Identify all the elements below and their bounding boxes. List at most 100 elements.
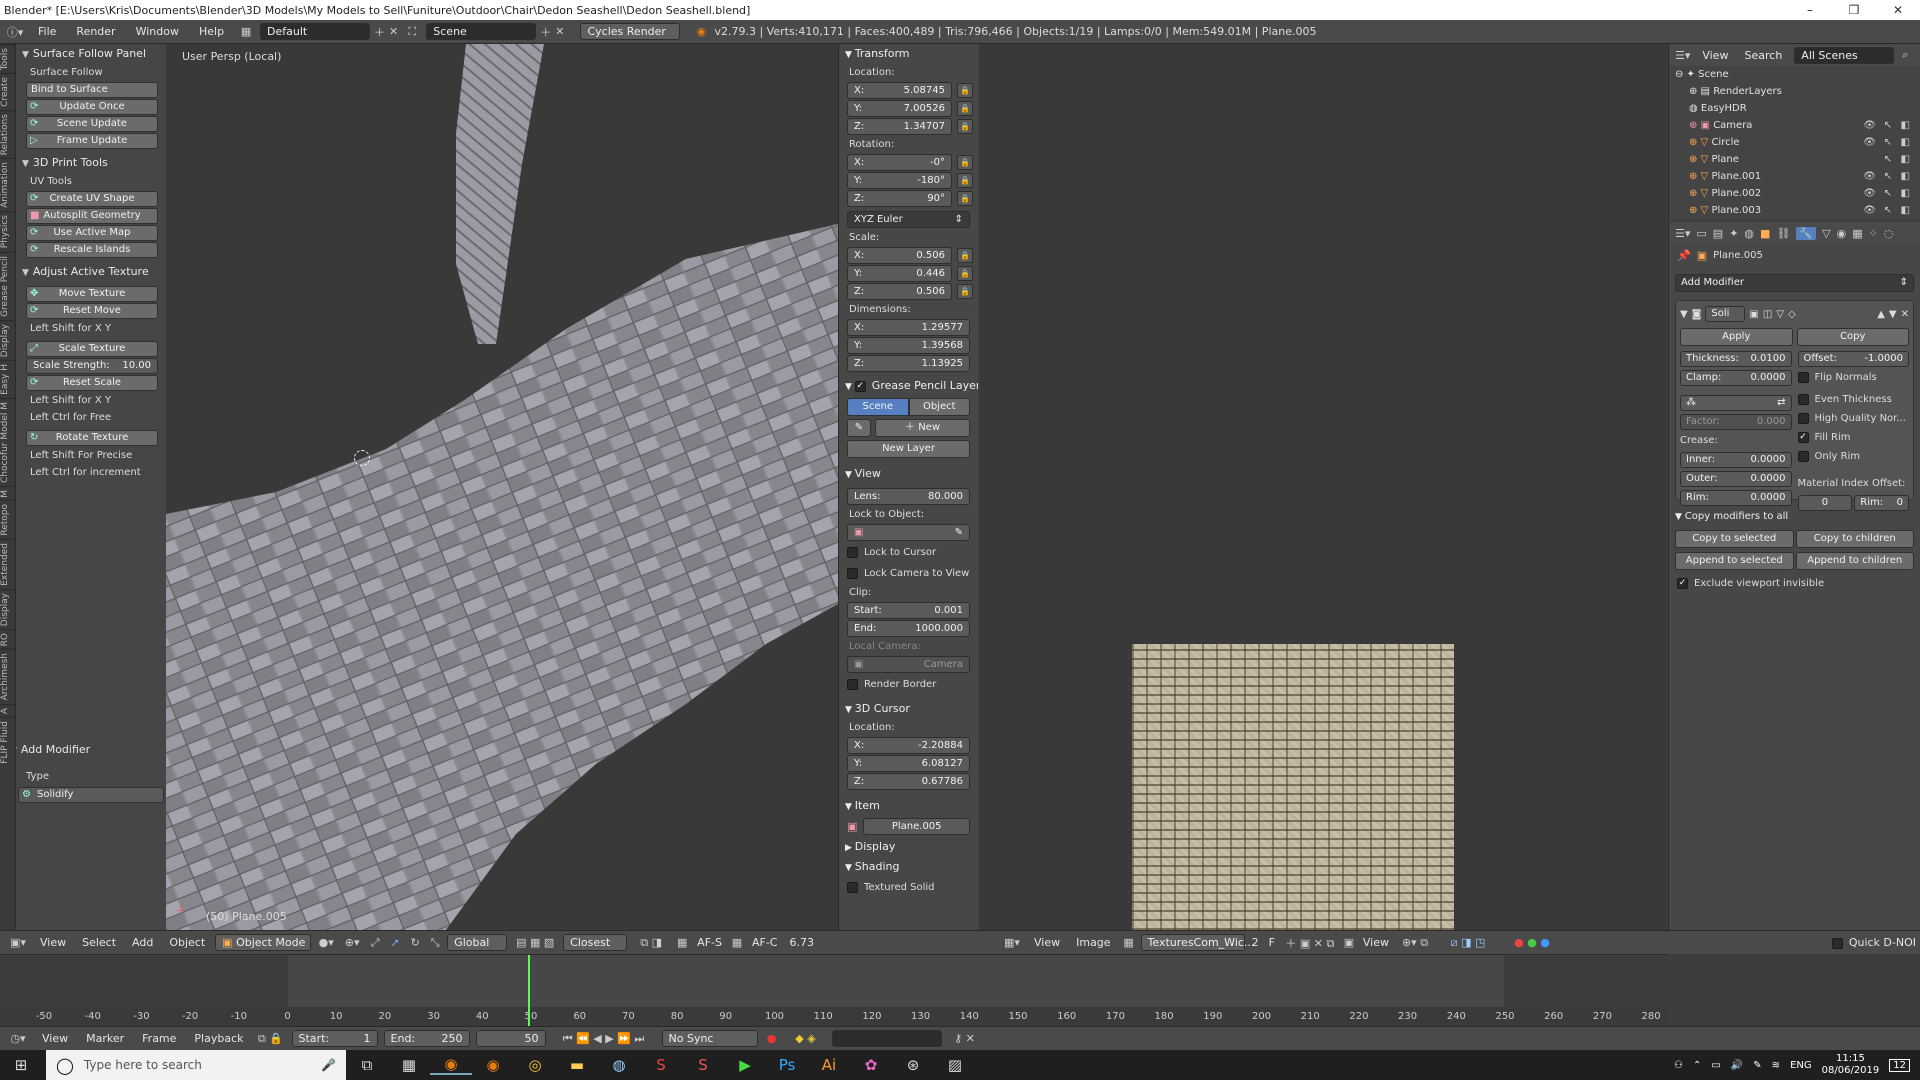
lock-camera-checkbox[interactable]: [847, 567, 858, 579]
rescale-islands-button[interactable]: ⟳ Rescale Islands: [26, 242, 158, 258]
visibility-eye-icon[interactable]: 👁: [1863, 168, 1876, 185]
scale-manip-icon[interactable]: ⤡: [427, 936, 443, 950]
menu-help[interactable]: Help: [191, 25, 232, 38]
dimensions-z-field[interactable]: Z: 1.13925: [847, 355, 970, 372]
file-explorer-icon[interactable]: ▬: [556, 1056, 598, 1074]
dimensions-x-field[interactable]: X: 1.29577: [847, 319, 970, 336]
add-scene-icon[interactable]: ＋: [540, 24, 551, 40]
scale-texture-button[interactable]: ⤢ Scale Texture: [26, 341, 158, 357]
search-icon[interactable]: ⌕: [1902, 48, 1908, 62]
photoshop-icon[interactable]: Ps: [766, 1056, 808, 1074]
af-c-button[interactable]: AF-C: [748, 936, 782, 949]
snap-select[interactable]: Closest: [563, 934, 628, 951]
windows-start-icon[interactable]: ⊞: [0, 1056, 42, 1074]
grease-pencil-checkbox[interactable]: ✓: [854, 380, 866, 392]
item-panel-header[interactable]: ▼ Item: [839, 796, 978, 816]
new-layer-button[interactable]: New Layer: [847, 440, 970, 458]
outliner-row-plane-002[interactable]: ⊕ ▽ Plane.002 👁 ↖ ◧: [1669, 185, 1920, 202]
clock[interactable]: 11:15 08/06/2019: [1822, 1053, 1880, 1077]
taskbar-search[interactable]: ◯ Type here to search 🎤: [46, 1050, 346, 1080]
3d-cursor-panel-header[interactable]: ▼ 3D Cursor: [839, 699, 978, 719]
cursor-z-field[interactable]: Z: 0.67786: [847, 773, 970, 790]
textured-solid-row[interactable]: Textured Solid: [839, 877, 978, 898]
image-view-select[interactable]: View: [1360, 936, 1392, 949]
even-thickness-checkbox[interactable]: [1797, 393, 1809, 405]
view-mode-icon[interactable]: ▣: [1342, 936, 1356, 949]
transform-panel-header[interactable]: ▼ Transform: [839, 44, 978, 64]
lock-icon[interactable]: 🔒: [957, 248, 973, 263]
render-tab-icon[interactable]: ▭: [1696, 227, 1706, 240]
outliner-row-scene[interactable]: ⊖ ✦ Scene: [1669, 66, 1920, 83]
outliner-row-camera[interactable]: ⊕ ▣ Camera 👁 ↖ ◧: [1669, 117, 1920, 134]
scene-update-button[interactable]: ⟳ Scene Update: [26, 116, 158, 132]
preview-range-icon[interactable]: ⧉ 🔒: [256, 1032, 286, 1046]
screen-layout-icon[interactable]: ▦: [236, 25, 256, 38]
selectable-arrow-icon[interactable]: ↖: [1884, 202, 1892, 219]
timeline-menu-frame[interactable]: Frame: [136, 1032, 182, 1045]
microphone-icon[interactable]: 🎤: [321, 1058, 346, 1072]
lock-object-field[interactable]: ▣ ✎: [847, 524, 970, 541]
lock-icon[interactable]: 🔒: [957, 284, 973, 299]
task-view-icon[interactable]: ⧉: [346, 1056, 388, 1074]
visibility-eye-icon[interactable]: 👁: [1863, 134, 1876, 151]
rotation-x-field[interactable]: X: -0° 🔒: [847, 154, 973, 171]
keyframe-insert-icon[interactable]: ⚷ ✕: [948, 1032, 982, 1045]
bind-to-surface-button[interactable]: Bind to Surface: [26, 82, 158, 98]
keying-set-icon[interactable]: ◆ ◈: [786, 1032, 826, 1045]
render-engine-select[interactable]: Cycles Render: [580, 23, 681, 40]
tab-tools[interactable]: Tools: [0, 44, 15, 74]
rotation-z-field[interactable]: Z: 90° 🔒: [847, 190, 973, 207]
tab-easy-h[interactable]: Easy H: [0, 359, 15, 398]
scene-icon[interactable]: ⛶: [402, 25, 422, 39]
lock-icon[interactable]: 🔒: [957, 155, 973, 170]
material-rim-field[interactable]: Rim: 0: [1854, 495, 1909, 511]
image-browse-icon[interactable]: ▦: [1121, 936, 1137, 949]
grease-new-button[interactable]: ＋ New: [875, 419, 970, 437]
wifi-icon[interactable]: ≋: [1772, 1060, 1780, 1071]
render-camera-icon[interactable]: ◧: [1901, 117, 1910, 134]
outliner-row-easyhdr[interactable]: ◍ EasyHDR: [1669, 100, 1920, 117]
copy-button[interactable]: Copy: [1796, 328, 1909, 346]
copy-to-children-button[interactable]: Copy to children: [1795, 530, 1914, 548]
language-indicator[interactable]: ENG: [1790, 1060, 1812, 1071]
lock-icon[interactable]: 🔒: [957, 191, 973, 206]
grease-pencil-panel-header[interactable]: ▼ ✓ Grease Pencil Layers: [839, 376, 978, 396]
tab-archimesh[interactable]: Archimesh: [0, 649, 15, 704]
frame-update-button[interactable]: ▷ Frame Update: [26, 133, 158, 149]
translate-icon[interactable]: ➚: [387, 936, 403, 949]
surface-follow-panel-header[interactable]: ▼ Surface Follow Panel: [16, 44, 166, 64]
view-panel-header[interactable]: ▼ View: [839, 464, 978, 484]
visibility-eye-icon[interactable]: 👁: [1863, 202, 1876, 219]
remove-modifier-icon[interactable]: ✕: [1901, 309, 1909, 320]
media-player-icon[interactable]: ▶: [724, 1056, 766, 1074]
quick-denoise-button[interactable]: Quick D-NOI: [1828, 936, 1920, 949]
move-texture-button[interactable]: ✥ Move Texture: [26, 286, 158, 302]
notifications-icon[interactable]: 12: [1889, 1058, 1910, 1072]
keying-set-field[interactable]: [831, 1030, 942, 1047]
blender-taskbar-icon[interactable]: ◉: [430, 1055, 472, 1075]
render-camera-icon[interactable]: ◧: [1901, 168, 1910, 185]
render-border-row[interactable]: Render Border: [839, 674, 978, 695]
people-icon[interactable]: ⚇: [1674, 1060, 1683, 1071]
collapse-icon[interactable]: ▼: [1680, 309, 1688, 320]
playback-controls-icon[interactable]: ⏮ ⏪ ◀ ▶ ⏩ ⏭: [552, 1032, 656, 1046]
rotation-y-field[interactable]: Y: -180° 🔒: [847, 172, 973, 189]
editmode-toggle-icon[interactable]: ▽: [1776, 309, 1784, 320]
outliner-row-circle[interactable]: ⊕ ▽ Circle 👁 ↖ ◧: [1669, 134, 1920, 151]
sync-mode-select[interactable]: No Sync: [661, 1030, 758, 1047]
clip-start-field[interactable]: Start: 0.001: [847, 602, 970, 619]
lock-camera-row[interactable]: Lock Camera to View: [839, 563, 978, 584]
properties-editor-icon[interactable]: ☰▾: [1675, 227, 1690, 240]
apply-button[interactable]: Apply: [1680, 328, 1793, 346]
timeline-menu-view[interactable]: View: [36, 1032, 74, 1045]
crease-inner-field[interactable]: Inner: 0.0000: [1680, 452, 1792, 468]
scale-strength-field[interactable]: Scale Strength: 10.00: [26, 358, 158, 374]
copy-to-selected-button[interactable]: Copy to selected: [1675, 530, 1794, 548]
append-to-selected-button[interactable]: Append to selected: [1675, 552, 1794, 570]
tab-display-2[interactable]: Display: [0, 588, 15, 629]
visibility-eye-icon[interactable]: 👁: [1863, 117, 1876, 134]
thickness-field[interactable]: Thickness: 0.0100: [1680, 351, 1792, 367]
grease-scene-button[interactable]: Scene: [847, 398, 909, 416]
remove-scene-icon[interactable]: ✕: [555, 25, 564, 38]
current-frame-field[interactable]: 50: [475, 1030, 546, 1047]
